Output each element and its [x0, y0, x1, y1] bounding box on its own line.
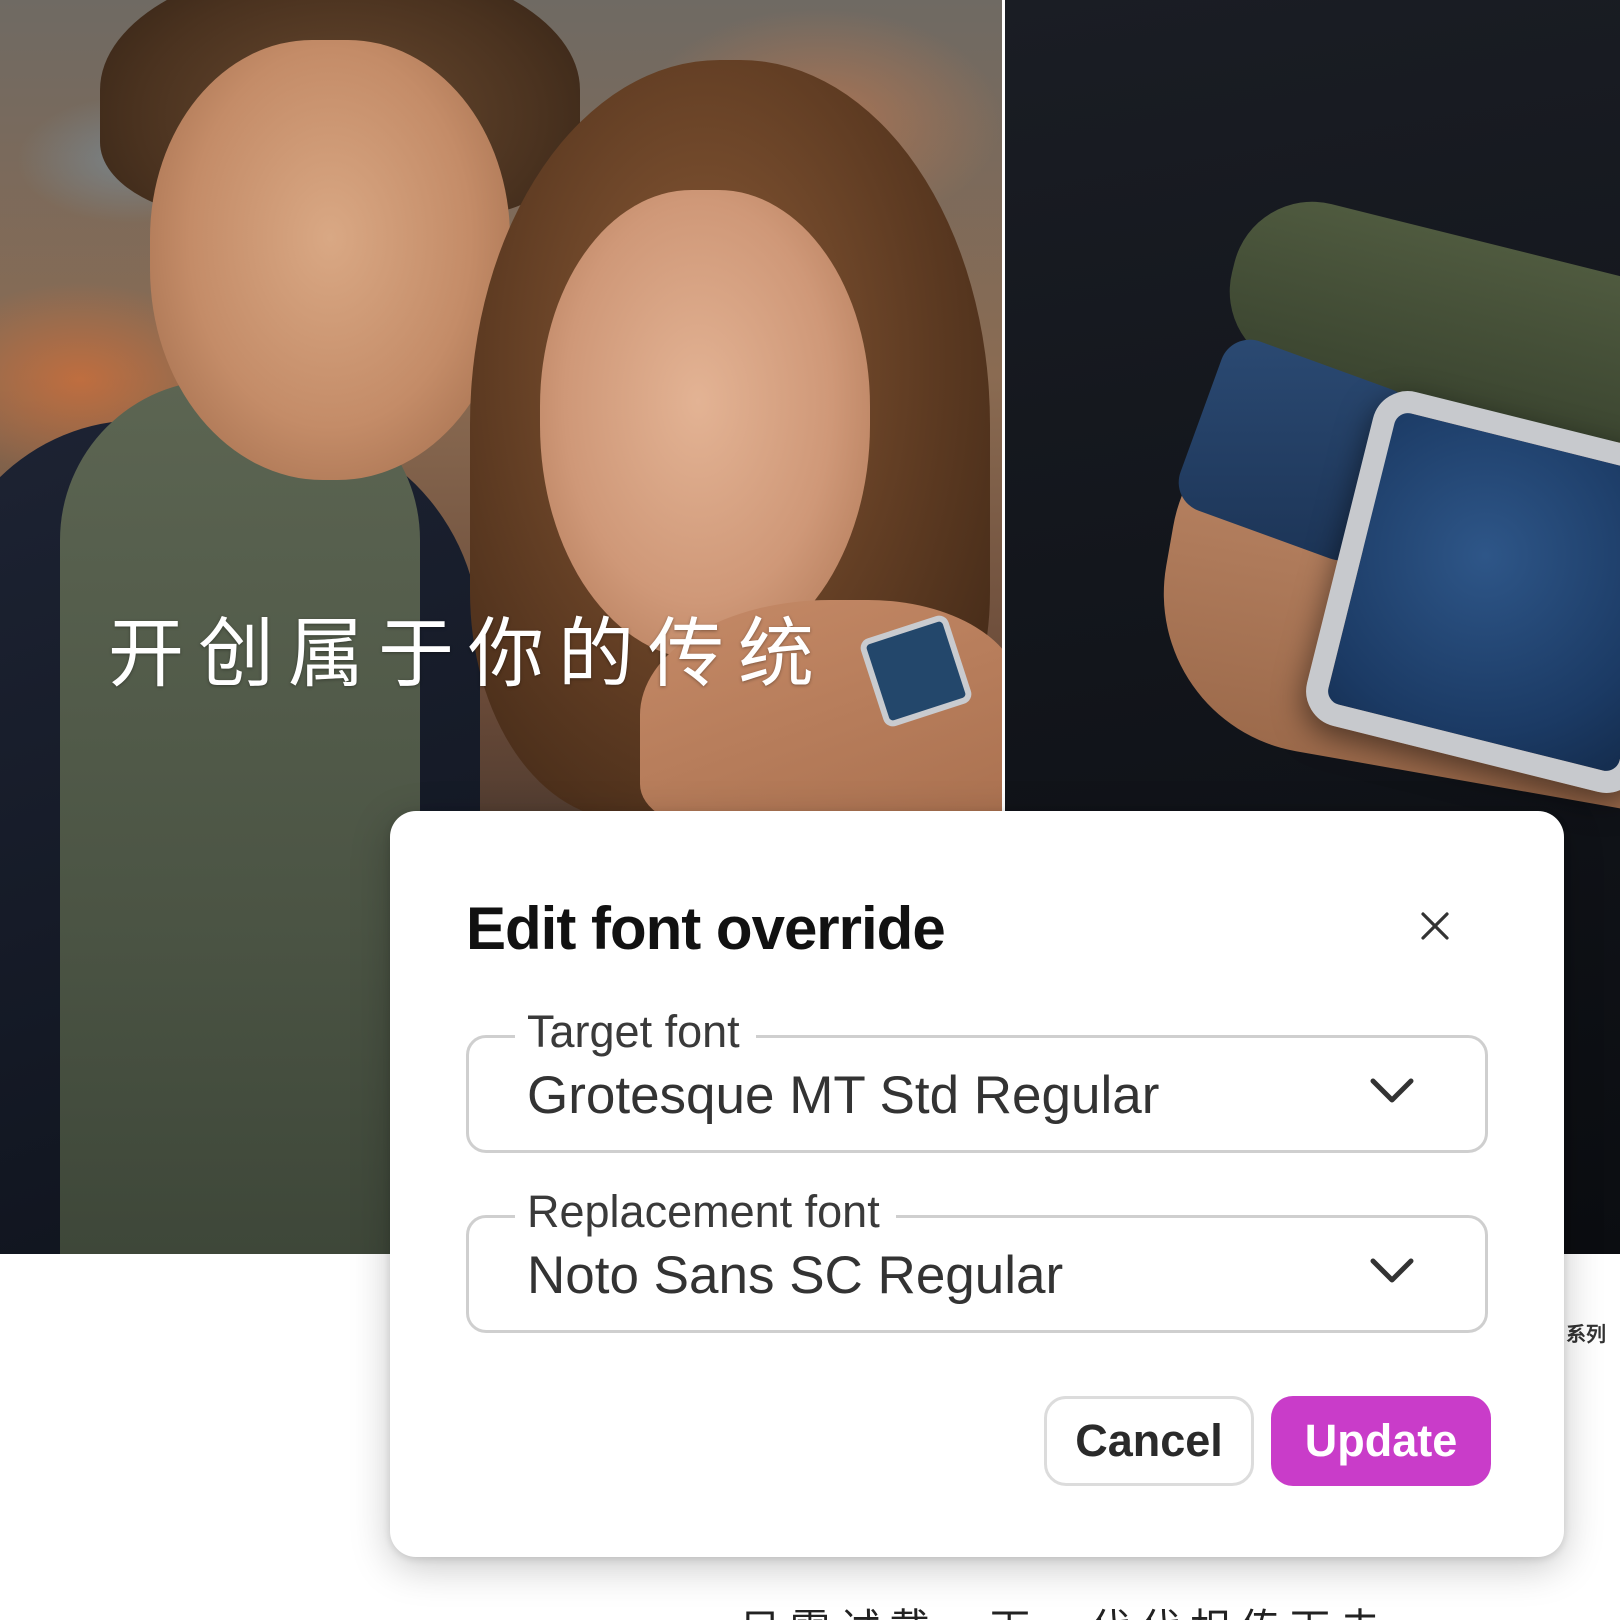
dialog-title: Edit font override	[466, 895, 946, 962]
target-font-select[interactable]: Target font Grotesque MT Std Regular	[466, 1004, 1488, 1153]
replacement-font-value: Noto Sans SC Regular	[527, 1246, 1064, 1305]
target-font-label: Target font	[515, 1004, 756, 1060]
woman-face	[540, 190, 870, 660]
target-font-value: Grotesque MT Std Regular	[527, 1066, 1160, 1125]
side-caption: 系列	[1566, 1322, 1606, 1346]
campaign-headline: 开创属于你的传统	[108, 609, 828, 698]
man-face	[150, 40, 510, 480]
update-button[interactable]: Update	[1271, 1396, 1491, 1486]
replacement-font-select[interactable]: Replacement font Noto Sans SC Regular	[466, 1184, 1488, 1333]
bottom-caption: 只需试戴一下，代代相传下去	[740, 1596, 1390, 1620]
man-shirt	[60, 380, 420, 1254]
close-icon	[1421, 912, 1449, 940]
cancel-button[interactable]: Cancel	[1044, 1396, 1254, 1486]
replacement-font-label: Replacement font	[515, 1184, 896, 1240]
close-button[interactable]	[1412, 903, 1458, 949]
page-canvas: 开创属于你的传统 系列 只需试戴一下，代代相传下去 Edit font over…	[0, 0, 1620, 1620]
chevron-down-icon	[1370, 1258, 1414, 1283]
edit-font-override-dialog: Edit font override Target font Grotesque…	[390, 811, 1564, 1557]
chevron-down-icon	[1370, 1078, 1414, 1103]
